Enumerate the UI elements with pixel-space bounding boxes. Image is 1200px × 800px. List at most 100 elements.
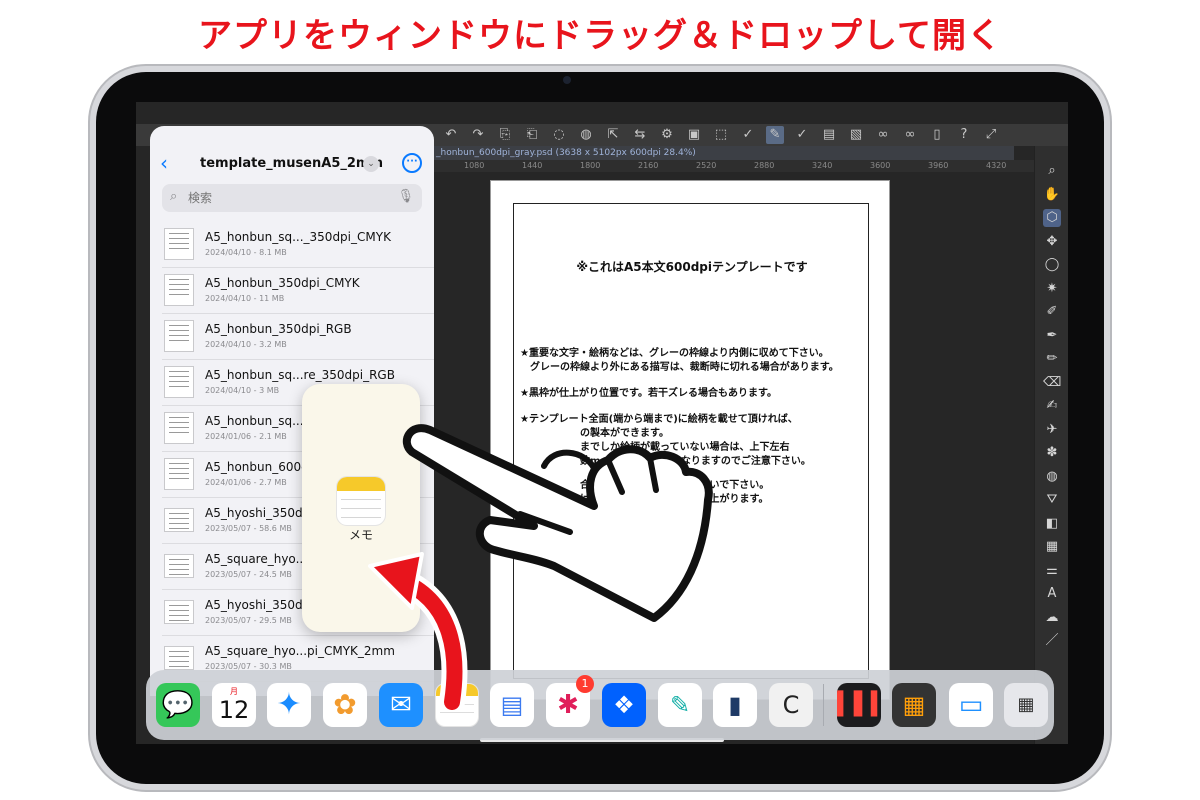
zoom-icon[interactable]: ⌕ [1043, 162, 1061, 180]
file-name: A5_honbun_sq...re_350dpi_RGB [205, 368, 395, 382]
decoration-icon[interactable]: ✽ [1043, 444, 1061, 462]
link2-icon[interactable]: ∞ [901, 126, 919, 144]
safari-icon[interactable]: ✦ [267, 683, 311, 727]
balloon-icon[interactable]: ☁ [1043, 609, 1061, 627]
pencil-icon[interactable]: ✏ [1043, 350, 1061, 368]
eraser-icon[interactable]: ⌫ [1043, 374, 1061, 392]
file-name: A5_hyoshi_350dp [205, 506, 311, 520]
search-field[interactable]: ⌕ 🎙 [162, 184, 422, 212]
file-name: A5_honbun_sq...r [205, 414, 309, 428]
file-meta: 2024/01/06 - 2.7 MB [205, 478, 287, 487]
notes-icon [336, 476, 386, 526]
ruler-icon[interactable]: ⚌ [1043, 562, 1061, 580]
text-icon[interactable]: A [1043, 585, 1061, 603]
pen-stabilizer-icon[interactable]: ✎ [766, 126, 784, 144]
files-icon[interactable]: ▭ [949, 683, 993, 727]
file-name: A5_hyoshi_350d [205, 598, 303, 612]
device-icon[interactable]: ▯ [928, 126, 946, 144]
help-icon[interactable]: ? [955, 126, 973, 144]
ruler-tick-label: 1080 [464, 161, 485, 170]
google-docs-icon[interactable]: ▤ [490, 683, 534, 727]
gradient-icon[interactable]: ◧ [1043, 515, 1061, 533]
fill-icon[interactable]: ◍ [577, 126, 595, 144]
file-list-item[interactable]: A5_honbun_350dpi_RGB 2024/04/10 - 3.2 MB [162, 314, 434, 360]
calendar-day: 12 [218, 696, 250, 724]
blend-icon[interactable]: ◍ [1043, 468, 1061, 486]
magic-wand-icon[interactable]: ✷ [1043, 280, 1061, 298]
file-name: A5_honbun_350dpi_CMYK [205, 276, 360, 290]
undo-icon[interactable]: ↶ [442, 126, 460, 144]
fill-bucket-icon[interactable]: ⛛ [1043, 491, 1061, 509]
file-thumbnail [164, 554, 194, 578]
frame-icon[interactable]: ▦ [1043, 538, 1061, 556]
chevron-down-icon[interactable]: ⌄ [363, 156, 379, 172]
ruler-tick-label: 2520 [696, 161, 717, 170]
flip-icon[interactable]: ⇆ [631, 126, 649, 144]
file-thumbnail [164, 458, 194, 490]
file-thumbnail [164, 274, 194, 306]
file-name: A5_honbun_350dpi_RGB [205, 322, 352, 336]
pen-icon[interactable]: ✒ [1043, 327, 1061, 345]
search-icon: ⌕ [170, 189, 178, 204]
settings-icon[interactable]: ⚙ [658, 126, 676, 144]
microphone-icon[interactable]: 🎙 [397, 189, 414, 204]
transform-icon[interactable]: ⇱ [604, 126, 622, 144]
search-input[interactable] [188, 188, 388, 208]
layer-mask-icon[interactable]: ▧ [847, 126, 865, 144]
lasso-icon[interactable]: ◯ [1043, 256, 1061, 274]
ruler-tick-label: 3960 [928, 161, 949, 170]
handwriting-app-icon[interactable]: ✎ [658, 683, 702, 727]
folder-title: template_musenA5_2mm [200, 156, 383, 171]
image-icon[interactable]: ▣ [685, 126, 703, 144]
file-list-item[interactable]: A5_honbun_sq..._350dpi_CMYK 2024/04/10 - … [162, 222, 434, 268]
file-thumbnail [164, 508, 194, 532]
move-icon[interactable]: ✥ [1043, 233, 1061, 251]
link-icon[interactable]: ∞ [874, 126, 892, 144]
paste-icon[interactable]: ⎗ [523, 126, 541, 144]
ruler-tick-label: 1800 [580, 161, 601, 170]
operation-icon[interactable]: ⬡ [1043, 209, 1061, 227]
file-meta: 2024/04/10 - 3 MB [205, 386, 280, 395]
hand-icon[interactable]: ✋ [1043, 186, 1061, 204]
file-thumbnail [164, 412, 194, 444]
selection-icon[interactable]: ◌ [550, 126, 568, 144]
clip-studio-icon[interactable]: C [769, 683, 813, 727]
line-icon[interactable]: ／ [1043, 632, 1061, 650]
page-title: ※これはA5本文600dpiテンプレートです [576, 260, 808, 274]
file-name: A5_square_hyo... [205, 552, 308, 566]
pen-fine-icon[interactable]: ✓ [793, 126, 811, 144]
dropbox-icon[interactable]: ❖ [602, 683, 646, 727]
layer-property-icon[interactable]: ▤ [820, 126, 838, 144]
brush-icon[interactable]: ✍ [1043, 397, 1061, 415]
file-thumbnail [164, 228, 194, 260]
crop-icon[interactable]: ⬚ [712, 126, 730, 144]
calculator-icon[interactable]: ▦ [892, 683, 936, 727]
file-list-item[interactable]: A5_honbun_350dpi_CMYK 2024/04/10 - 11 MB [162, 268, 434, 314]
document-tab[interactable]: _honbun_600dpi_gray.psd (3638 x 5102px 6… [434, 146, 1014, 160]
file-thumbnail [164, 366, 194, 398]
dock: 💬 月 12 ✦ ✿ ✉ ▤ ✱ 1 ❖ ✎ ▮ C ▍▌▍ ▦ ▭ ▦ [146, 670, 1054, 740]
voice-memo-icon[interactable]: ▍▌▍ [837, 683, 881, 727]
more-options-icon[interactable]: ··· [402, 153, 422, 173]
file-thumbnail [164, 320, 194, 352]
dock-separator [823, 684, 824, 726]
file-meta: 2023/05/07 - 58.6 MB [205, 524, 292, 533]
horizontal-ruler: 1080 1440 1800 2160 2520 2880 3240 3600 3960 4320 [434, 160, 1034, 172]
pen-correction-icon[interactable]: ✓ [739, 126, 757, 144]
ruler-tick-label: 3600 [870, 161, 891, 170]
airbrush-icon[interactable]: ✈ [1043, 421, 1061, 439]
copy-icon[interactable]: ⎘ [496, 126, 514, 144]
file-meta: 2023/05/07 - 29.5 MB [205, 616, 292, 625]
ruler-tick-label: 4320 [986, 161, 1007, 170]
app-library-icon[interactable]: ▦ [1004, 683, 1048, 727]
eyedropper-icon[interactable]: ✐ [1043, 303, 1061, 321]
file-meta: 2024/04/10 - 3.2 MB [205, 340, 287, 349]
messages-icon[interactable]: 💬 [156, 683, 200, 727]
calendar-icon[interactable]: 月 12 [212, 683, 256, 727]
tool-palette: ⌕ ✋ ⬡ ✥ ◯ ✷ ✐ ✒ ✏ ⌫ ✍ ✈ ✽ ◍ ⛛ ◧ ▦ ⚌ A ☁ ／ [1034, 146, 1068, 744]
redo-icon[interactable]: ↷ [469, 126, 487, 144]
wallet-app-icon[interactable]: ▮ [713, 683, 757, 727]
fullscreen-icon[interactable]: ⤢ [982, 126, 1000, 144]
notification-badge: 1 [576, 675, 594, 693]
back-chevron-icon[interactable]: ‹ [160, 153, 174, 173]
